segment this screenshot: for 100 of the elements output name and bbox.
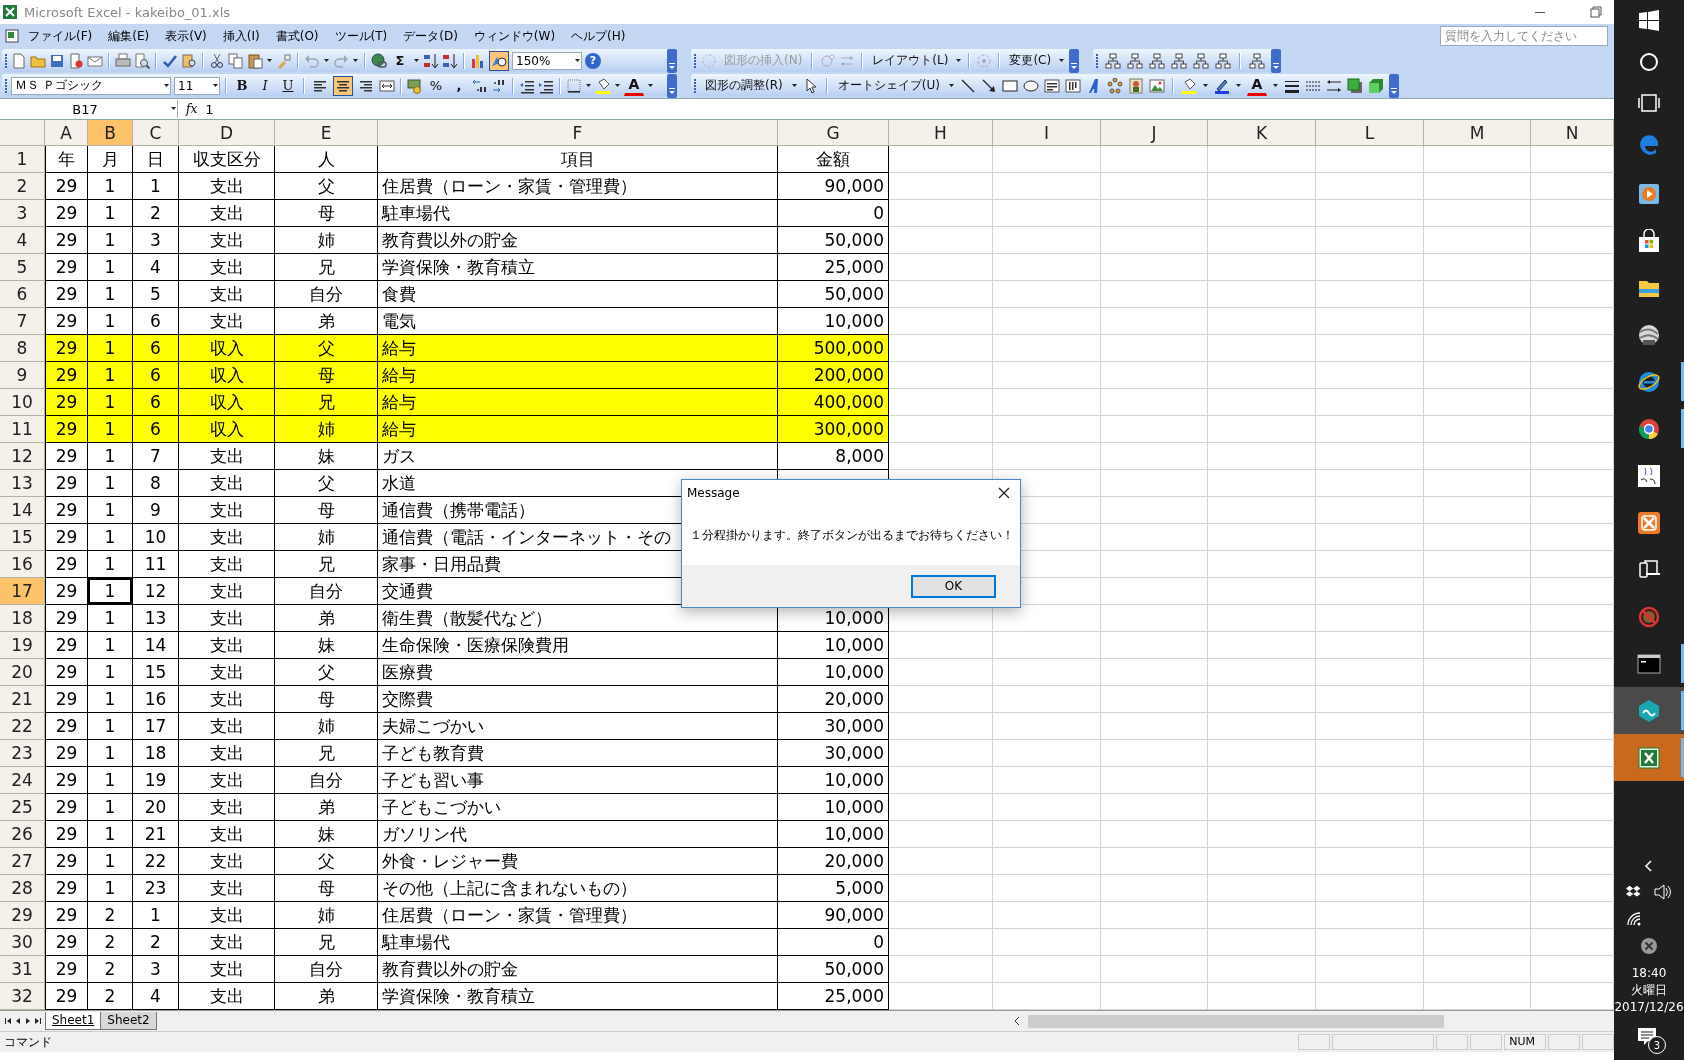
vertical-text-box-icon[interactable] — [1064, 77, 1081, 94]
help-button[interactable]: ? — [585, 52, 601, 69]
text-box-icon[interactable] — [1043, 77, 1060, 94]
cut-icon[interactable] — [209, 52, 225, 69]
row-header[interactable]: 16 — [0, 551, 45, 578]
next-sheet-icon[interactable] — [24, 1015, 32, 1027]
row-header[interactable]: 12 — [0, 443, 45, 470]
row-header[interactable]: 21 — [0, 686, 45, 713]
diagram-tool-icon[interactable] — [1149, 52, 1166, 69]
toolbar-grip[interactable] — [694, 77, 697, 94]
row-header[interactable]: 9 — [0, 362, 45, 389]
clock-date[interactable]: 2017/12/26 — [1614, 999, 1684, 1016]
toolbar-button[interactable]: オートシェイプ(U) — [834, 77, 943, 94]
row-header[interactable]: 26 — [0, 821, 45, 848]
percent-button[interactable]: % — [426, 75, 446, 96]
permission-icon[interactable] — [68, 52, 84, 69]
function-button[interactable]: fx — [186, 102, 198, 116]
row-header[interactable]: 20 — [0, 659, 45, 686]
row-header[interactable]: 27 — [0, 848, 45, 875]
column-header[interactable]: C — [133, 120, 179, 146]
menu-item[interactable]: ツール(T) — [326, 25, 396, 47]
fill-color-icon[interactable] — [1180, 77, 1197, 94]
clock-time[interactable]: 18:40 — [1631, 965, 1667, 982]
clock-day[interactable]: 火曜日 — [1631, 982, 1667, 999]
row-header[interactable]: 10 — [0, 389, 45, 416]
drawing-button[interactable] — [489, 50, 509, 71]
chrome-browser-icon[interactable] — [1637, 416, 1661, 441]
task-view-icon[interactable] — [1637, 91, 1661, 114]
comma-button[interactable]: , — [449, 75, 469, 96]
new-document-icon[interactable] — [11, 52, 27, 69]
diagram-tool-icon[interactable] — [1215, 52, 1232, 69]
research-icon[interactable] — [181, 52, 197, 69]
volume-icon[interactable] — [1654, 883, 1672, 901]
sheet-tab[interactable]: Sheet2 — [100, 1012, 157, 1030]
diagram-tool-icon[interactable] — [1249, 52, 1266, 69]
menu-item[interactable]: 編集(E) — [100, 25, 158, 47]
row-header[interactable]: 15 — [0, 524, 45, 551]
diagram-tool-icon[interactable] — [1171, 52, 1188, 69]
toolbar-grip[interactable] — [1096, 52, 1100, 69]
chart-icon[interactable] — [470, 52, 486, 69]
toolbar-button[interactable]: 変更(C) — [1006, 52, 1055, 69]
arrow-style-icon[interactable] — [1325, 77, 1342, 94]
row-header[interactable]: 11 — [0, 416, 45, 443]
close-circle-icon[interactable] — [1640, 937, 1658, 955]
row-header[interactable]: 13 — [0, 470, 45, 497]
save-icon[interactable] — [49, 52, 65, 69]
column-header[interactable]: A — [45, 120, 88, 146]
row-header[interactable]: 23 — [0, 740, 45, 767]
first-sheet-icon[interactable] — [4, 1015, 12, 1027]
italic-button[interactable]: I — [255, 75, 275, 96]
underline-button[interactable]: U — [278, 75, 298, 96]
column-header[interactable]: E — [275, 120, 378, 146]
help-search-field[interactable]: 質問を入力してください — [1440, 26, 1608, 46]
row-header[interactable]: 17 — [0, 578, 45, 605]
shopping-bag-icon[interactable] — [1637, 228, 1661, 253]
wifi-icon[interactable] — [1626, 911, 1642, 927]
row-header[interactable]: 1 — [0, 146, 45, 173]
previous-sheet-icon[interactable] — [14, 1015, 22, 1027]
sort-descending-icon[interactable] — [442, 52, 458, 69]
console-icon[interactable] — [1637, 651, 1661, 676]
row-header[interactable]: 32 — [0, 983, 45, 1010]
align-button[interactable] — [333, 75, 353, 96]
menu-item[interactable]: 書式(O) — [267, 25, 327, 47]
diagram-tool-icon[interactable] — [1193, 52, 1210, 69]
font-size-field[interactable]: 11 — [174, 76, 220, 95]
diagram-tool-icon[interactable] — [1127, 52, 1144, 69]
fill-color-icon[interactable] — [595, 77, 611, 94]
row-header[interactable]: 24 — [0, 767, 45, 794]
column-header[interactable]: N — [1531, 120, 1614, 146]
toolbar-grip[interactable] — [694, 52, 697, 69]
circle-icon[interactable] — [1638, 50, 1660, 73]
menu-item[interactable]: ウィンドウ(W) — [465, 25, 564, 47]
decrease-decimal-icon[interactable] — [491, 77, 507, 94]
autosum-button[interactable]: Σ — [390, 50, 410, 71]
shadow-icon[interactable] — [1346, 77, 1363, 94]
arrow-icon[interactable] — [980, 77, 997, 94]
row-header[interactable]: 25 — [0, 794, 45, 821]
font-color-button[interactable]: A — [1246, 75, 1267, 96]
rectangle-icon[interactable] — [1001, 77, 1018, 94]
toolbar-grip[interactable] — [5, 52, 8, 69]
windows-logo-icon[interactable] — [1637, 8, 1661, 33]
row-header[interactable]: 18 — [0, 605, 45, 632]
scrollbar-thumb[interactable] — [1027, 1014, 1444, 1028]
borders-icon[interactable] — [566, 77, 582, 94]
last-sheet-icon[interactable] — [34, 1015, 42, 1027]
menu-item[interactable]: ヘルプ(H) — [563, 25, 634, 47]
3d-icon[interactable] — [1367, 77, 1384, 94]
font-field[interactable]: ＭＳ Ｐゴシック — [11, 76, 171, 95]
column-header[interactable]: I — [993, 120, 1101, 146]
oval-icon[interactable] — [1022, 77, 1039, 94]
toolbar-grip[interactable] — [5, 77, 8, 94]
row-header[interactable]: 3 — [0, 200, 45, 227]
print-icon[interactable] — [115, 52, 131, 69]
diagram-tool-icon[interactable] — [1105, 52, 1122, 69]
copy-icon[interactable] — [228, 52, 244, 69]
column-header[interactable]: B — [88, 120, 133, 146]
column-header[interactable]: F — [378, 120, 778, 146]
restore-icon[interactable] — [1588, 4, 1604, 20]
dropbox-icon[interactable] — [1626, 884, 1642, 900]
toolbar-button[interactable]: 図形の調整(R) — [702, 77, 786, 94]
